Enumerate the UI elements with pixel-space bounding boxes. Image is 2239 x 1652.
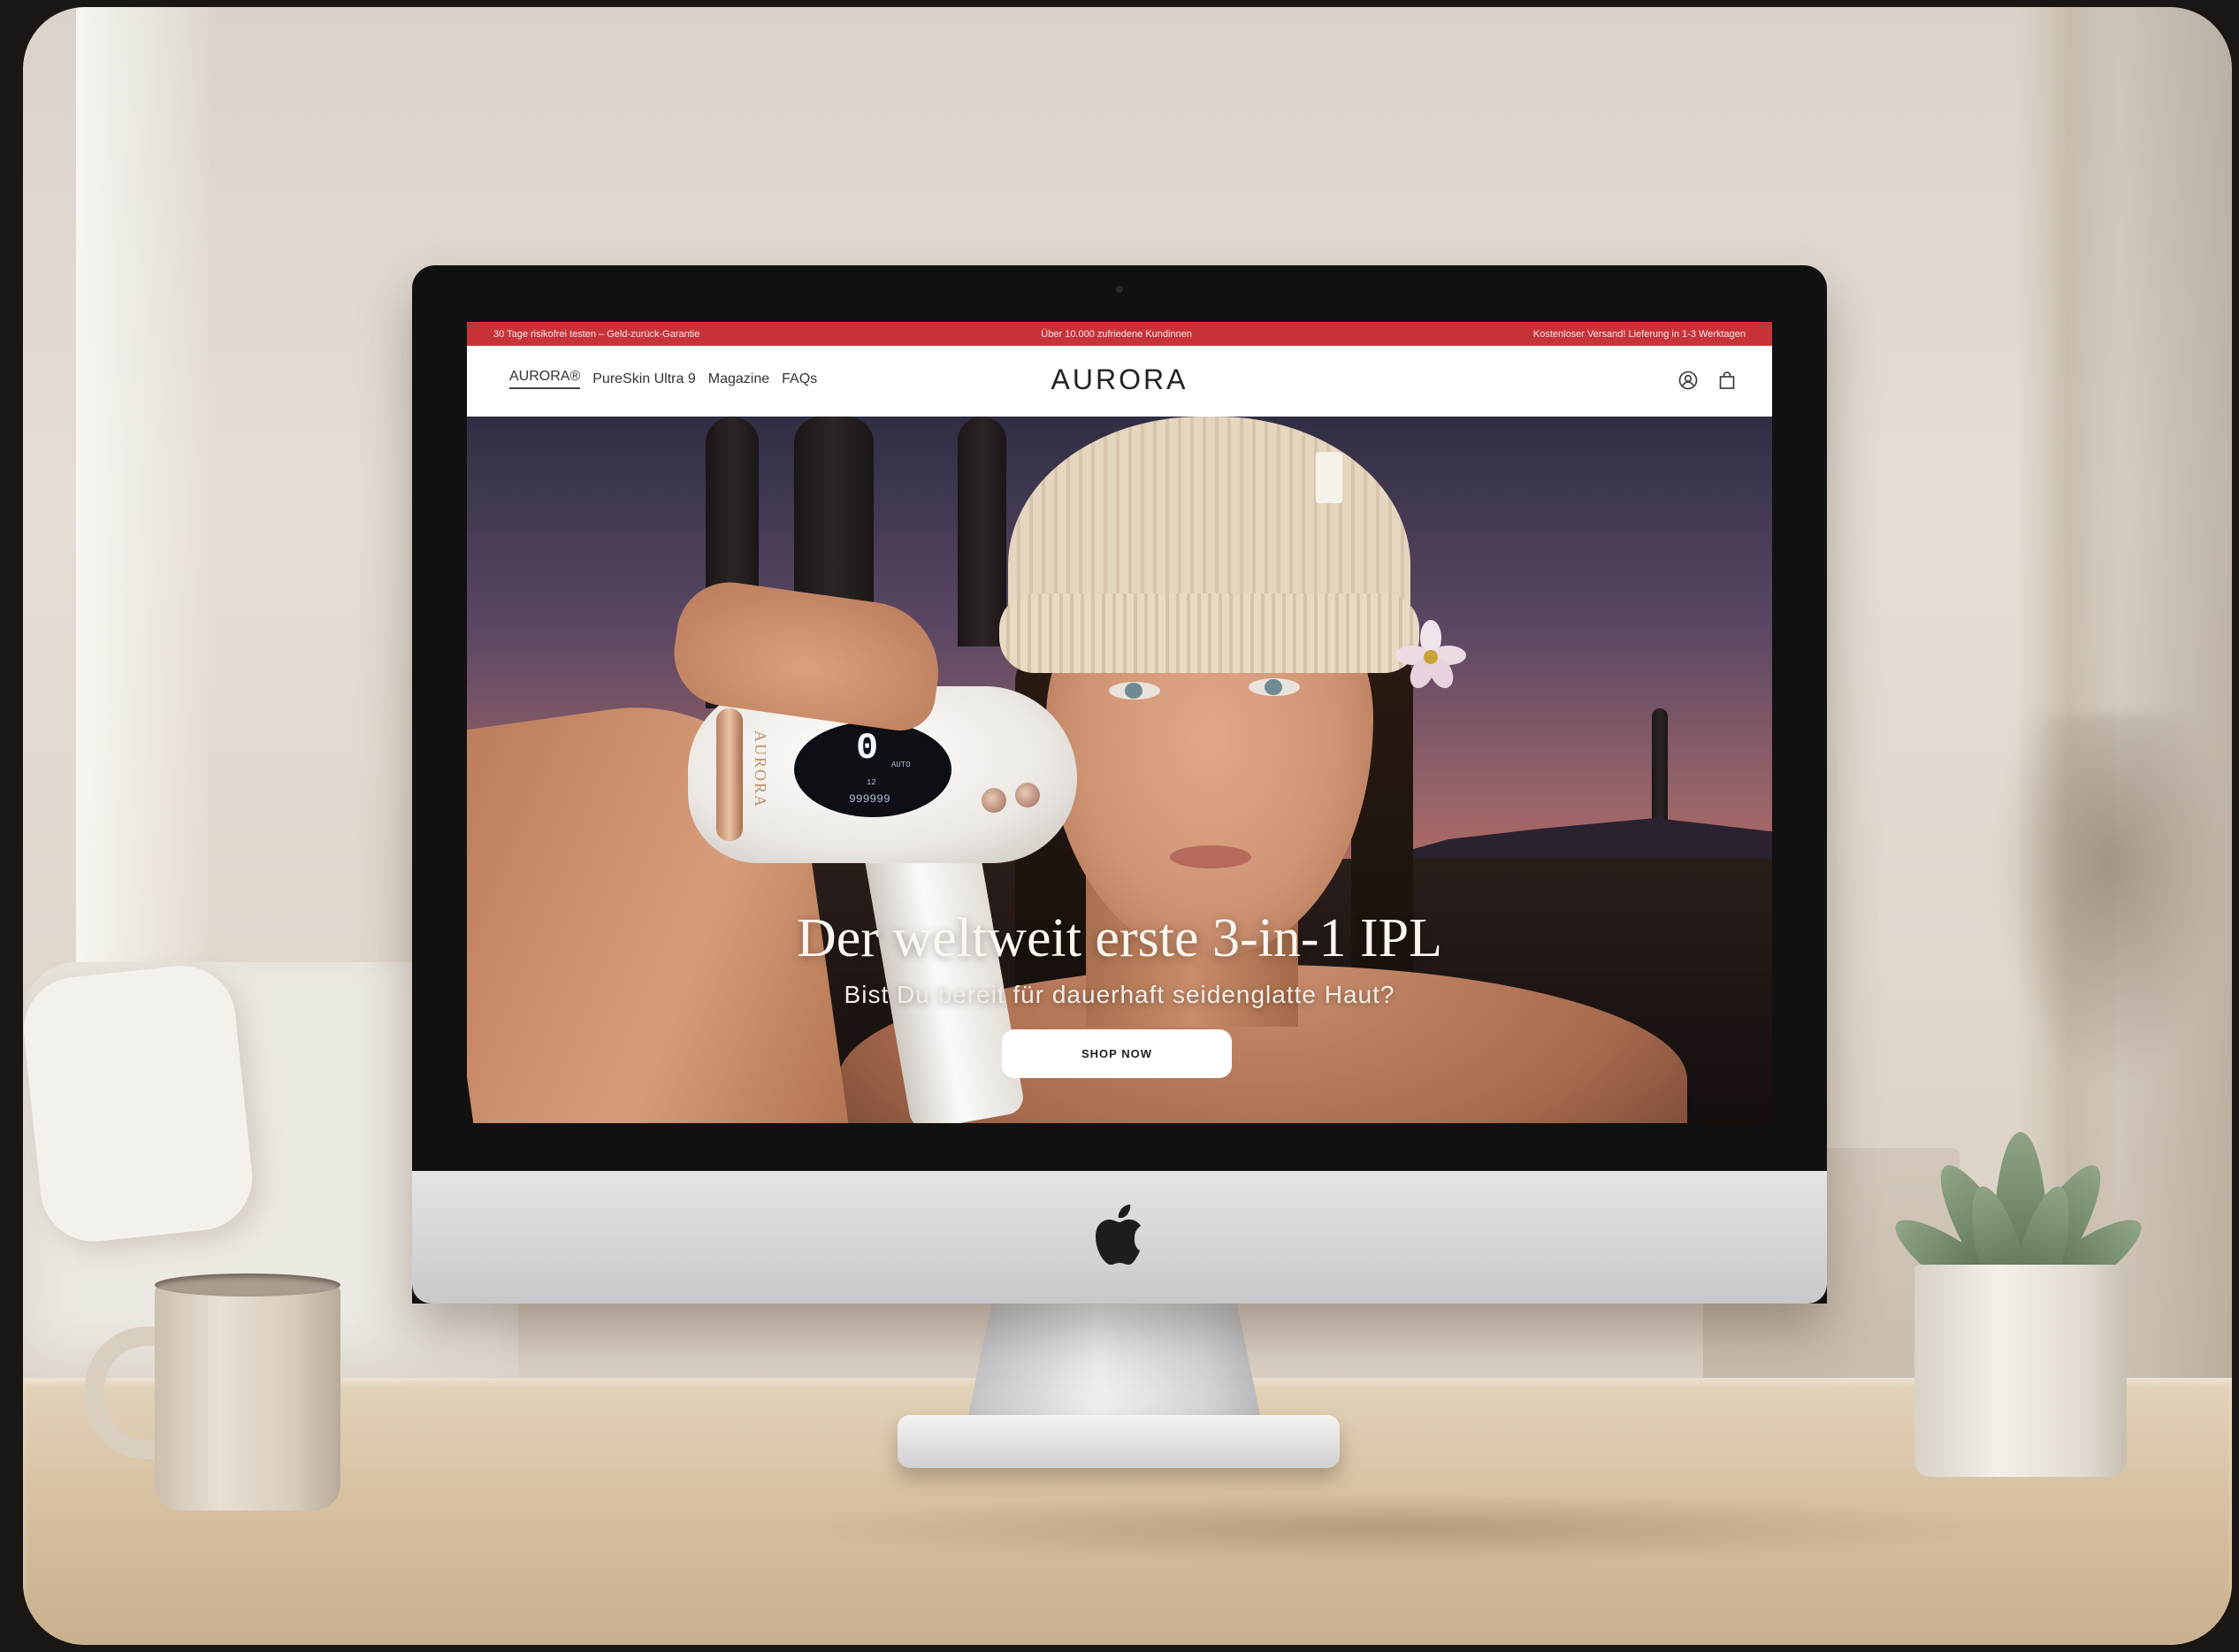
beanie-cuff <box>999 593 1419 673</box>
device-display-mode: AUTO <box>891 761 911 769</box>
background-plant <box>1995 715 2225 1086</box>
cactus <box>958 417 1006 646</box>
ipl-device-band <box>716 708 743 841</box>
coffee-mug <box>155 1281 340 1511</box>
apple-logo-icon <box>1096 1205 1141 1265</box>
shopping-bag-icon[interactable] <box>1717 371 1737 390</box>
shop-now-button[interactable]: SHOP NOW <box>1002 1029 1232 1078</box>
site-logo[interactable]: AURORA <box>467 363 1772 396</box>
window-light <box>76 7 209 1068</box>
ipl-device-display: 0 AUTO 12 999999 <box>794 722 951 817</box>
model-lips <box>1170 845 1251 868</box>
model-hand <box>667 575 948 736</box>
ipl-device-brand: AURORA <box>752 730 769 809</box>
header-icons <box>1678 371 1737 390</box>
device-display-digit: 0 <box>856 727 879 769</box>
device-display-counter: 999999 <box>849 792 890 806</box>
mug-rim <box>155 1273 340 1296</box>
hero-title: Der weltweit erste 3-in-1 IPL <box>797 908 1442 968</box>
orchid-flower <box>1395 620 1466 689</box>
device-display-level: 12 <box>867 778 876 787</box>
account-icon[interactable] <box>1678 371 1698 390</box>
website-screen: 30 Tage risikofrei testen – Geld-zurück-… <box>467 322 1772 1123</box>
ipl-device-button <box>1015 783 1040 807</box>
announcement-right: Kostenloser Versand! Lieferung in 1-3 We… <box>1532 328 1746 340</box>
ipl-device-button <box>982 788 1006 813</box>
announcement-left: 30 Tage risikofrei testen – Geld-zurück-… <box>493 328 700 340</box>
plant-pot <box>1914 1265 2127 1477</box>
desk-shadow <box>775 1493 2013 1564</box>
hero-subtitle: Bist Du bereit für dauerhaft seidenglatt… <box>844 981 1395 1008</box>
model-eye <box>1249 678 1300 696</box>
webcam <box>1116 286 1123 293</box>
announcement-center: Über 10.000 zufriedene Kundinnen <box>1041 328 1192 340</box>
monitor-stand-base <box>898 1415 1340 1468</box>
model-eye <box>1109 682 1160 700</box>
announcement-bar: 30 Tage risikofrei testen – Geld-zurück-… <box>467 322 1772 346</box>
beanie-tag <box>1316 452 1342 503</box>
site-header: AURORA® PureSkin Ultra 9 Magazine FAQs A… <box>467 346 1772 417</box>
hero-banner: AURORA 0 AUTO 12 999999 Der weltweit ers… <box>467 417 1772 1123</box>
sofa-cushion <box>23 960 258 1247</box>
